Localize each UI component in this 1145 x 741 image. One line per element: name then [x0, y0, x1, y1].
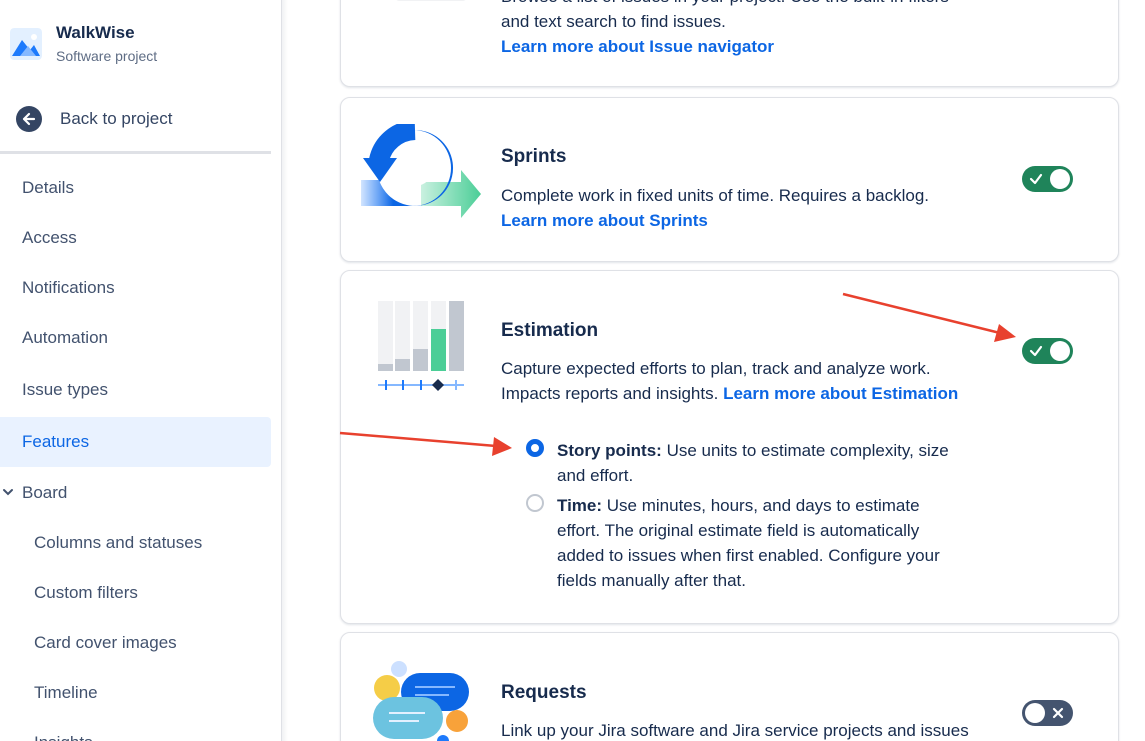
chevron-down-icon: [3, 489, 13, 496]
issue-navigator-description: Browse a list of issues in your project.…: [501, 0, 971, 59]
sidebar-item-insights[interactable]: Insights: [0, 718, 271, 741]
project-header[interactable]: WalkWise Software project: [10, 22, 157, 68]
sidebar-item-details[interactable]: Details: [0, 163, 271, 213]
project-avatar-icon: [10, 28, 42, 60]
sidebar-item-access[interactable]: Access: [0, 213, 271, 263]
requests-toggle[interactable]: [1022, 700, 1073, 726]
check-icon: [1029, 173, 1043, 185]
sidebar-item-features[interactable]: Features: [0, 417, 271, 467]
issue-navigator-desc-line2: and text search to find issues.: [501, 12, 726, 31]
arrow-left-icon: [16, 106, 42, 132]
check-icon: [1029, 345, 1043, 357]
feature-card-sprints: Sprints Complete work in fixed units of …: [340, 97, 1119, 262]
estimation-option-story-points[interactable]: Story points: Use units to estimate comp…: [526, 438, 967, 488]
sidebar-item-timeline[interactable]: Timeline: [0, 668, 271, 718]
sidebar-item-custom-filters[interactable]: Custom filters: [0, 568, 271, 618]
time-name: Time:: [557, 496, 603, 515]
sidebar-item-issue-types[interactable]: Issue types: [0, 365, 271, 415]
sprints-desc-text: Complete work in fixed units of time. Re…: [501, 186, 930, 205]
toggle-knob: [1050, 341, 1070, 361]
requests-description: Link up your Jira software and Jira serv…: [501, 721, 969, 740]
estimation-desc-line1: Capture expected efforts to plan, track …: [501, 359, 931, 378]
sidebar-item-board[interactable]: Board: [0, 468, 271, 518]
issue-navigator-illustration-icon: [396, 0, 466, 1]
issue-navigator-learn-more-link[interactable]: Learn more about Issue navigator: [501, 34, 971, 59]
sidebar-item-automation[interactable]: Automation: [0, 313, 271, 363]
requests-illustration-icon: [373, 661, 469, 741]
project-type: Software project: [56, 48, 158, 64]
toggle-knob: [1050, 169, 1070, 189]
estimation-option-time[interactable]: Time: Use minutes, hours, and days to es…: [526, 493, 967, 593]
sidebar: WalkWise Software project Back to projec…: [0, 0, 282, 741]
sidebar-item-card-cover-images[interactable]: Card cover images: [0, 618, 271, 668]
story-points-label: Story points: Use units to estimate comp…: [557, 438, 967, 488]
story-points-name: Story points:: [557, 441, 662, 460]
sprints-description: Complete work in fixed units of time. Re…: [501, 183, 971, 233]
requests-title: Requests: [501, 682, 587, 703]
estimation-desc-line2: Impacts reports and insights. Learn more…: [501, 381, 971, 406]
sprints-learn-more-link[interactable]: Learn more about Sprints: [501, 208, 971, 233]
estimation-learn-more-link[interactable]: Learn more about Estimation: [723, 384, 958, 403]
estimation-toggle[interactable]: [1022, 338, 1073, 364]
sidebar-divider: [0, 151, 271, 154]
estimation-illustration-icon: [378, 301, 464, 391]
sidebar-item-board-label: Board: [22, 483, 68, 502]
feature-card-requests: Requests Link up your Jira software and …: [340, 632, 1119, 741]
estimation-desc-line2-text: Impacts reports and insights.: [501, 384, 719, 403]
time-radio[interactable]: [526, 494, 544, 512]
sprints-title: Sprints: [501, 146, 567, 167]
feature-card-issue-navigator: Browse a list of issues in your project.…: [340, 0, 1119, 87]
sidebar-shadow: [282, 0, 288, 741]
estimation-title: Estimation: [501, 320, 599, 341]
time-desc: Use minutes, hours, and days to estimate…: [557, 496, 940, 590]
sidebar-item-notifications[interactable]: Notifications: [0, 263, 271, 313]
back-label: Back to project: [60, 109, 173, 128]
close-icon: [1052, 707, 1064, 719]
project-name: WalkWise: [56, 23, 135, 42]
sidebar-item-columns-and-statuses[interactable]: Columns and statuses: [0, 518, 271, 568]
story-points-radio[interactable]: [526, 439, 544, 457]
toggle-knob: [1025, 703, 1045, 723]
sprints-toggle[interactable]: [1022, 166, 1073, 192]
feature-card-estimation: Estimation Capture expected efforts to p…: [340, 270, 1119, 624]
back-to-project-link[interactable]: Back to project: [16, 106, 172, 132]
issue-navigator-desc-line1: Browse a list of issues in your project.…: [501, 0, 971, 9]
estimation-description: Capture expected efforts to plan, track …: [501, 356, 971, 406]
time-label: Time: Use minutes, hours, and days to es…: [557, 493, 967, 593]
sprints-illustration-icon: [361, 124, 481, 218]
